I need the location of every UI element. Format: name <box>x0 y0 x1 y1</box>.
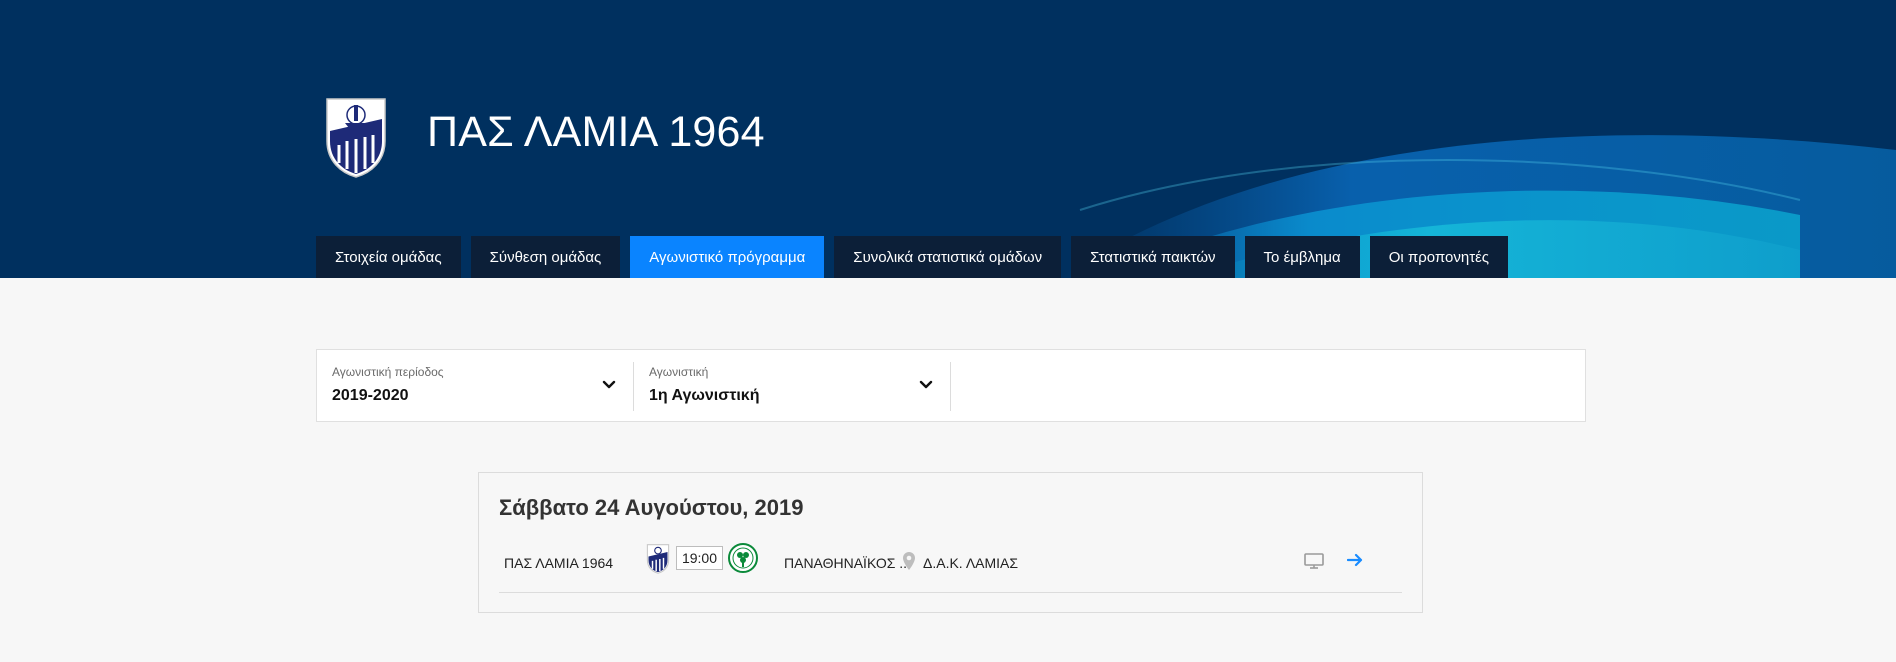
tab-coaches[interactable]: Οι προπονητές <box>1369 236 1509 278</box>
away-team-logo <box>728 543 758 573</box>
season-select-value: 2019-2020 <box>332 387 409 404</box>
filter-divider <box>950 362 951 411</box>
arrow-right-icon[interactable] <box>1347 552 1363 568</box>
tab-team-stats[interactable]: Συνολικά στατιστικά ομάδων <box>834 236 1062 278</box>
match-date: Σάββατο 24 Αυγούστου, 2019 <box>499 495 804 520</box>
chevron-down-icon <box>602 380 616 389</box>
tab-player-stats[interactable]: Στατιστικά παικτών <box>1071 236 1235 278</box>
away-team-name[interactable]: ΠΑΝΑΘΗΝΑΪΚΟΣ ... <box>784 555 911 571</box>
schedule-filters: Αγωνιστική περίοδος 2019-2020 Αγωνιστική… <box>316 349 1586 422</box>
season-select[interactable]: Αγωνιστική περίοδος 2019-2020 <box>317 350 634 421</box>
home-team-logo <box>646 544 670 574</box>
season-select-label: Αγωνιστική περίοδος <box>332 365 444 379</box>
tv-icon[interactable] <box>1304 553 1324 569</box>
tab-fixtures[interactable]: Αγωνιστικό πρόγραμμα <box>630 236 825 278</box>
home-team-name[interactable]: ΠΑΣ ΛΑΜΙΑ 1964 <box>504 555 613 571</box>
matchday-select-value: 1η Αγωνιστική <box>649 387 760 404</box>
team-header: ΠΑΣ ΛΑΜΙΑ 1964 Στοιχεία ομάδας Σύνθεση ο… <box>0 0 1896 278</box>
matchday-select[interactable]: Αγωνιστική 1η Αγωνιστική <box>634 350 951 421</box>
team-crest-logo <box>326 98 386 178</box>
tab-squad[interactable]: Σύνθεση ομάδας <box>470 236 621 278</box>
page-title: ΠΑΣ ΛΑΜΙΑ 1964 <box>427 108 765 156</box>
match-row: ΠΑΣ ΛΑΜΙΑ 1964 19:00 ΠΑΝΑΘΗΝΑΪΚΟΣ ... Δ.… <box>499 543 1402 593</box>
tab-team-info[interactable]: Στοιχεία ομάδας <box>316 236 461 278</box>
tab-emblem[interactable]: Το έμβλημα <box>1244 236 1360 278</box>
location-pin-icon <box>903 552 915 570</box>
matchday-select-label: Αγωνιστική <box>649 365 709 379</box>
match-venue: Δ.Α.Κ. ΛΑΜΙΑΣ <box>923 555 1019 571</box>
chevron-down-icon <box>919 380 933 389</box>
team-tabs: Στοιχεία ομάδας Σύνθεση ομάδας Αγωνιστικ… <box>316 236 1518 278</box>
kickoff-time[interactable]: 19:00 <box>676 546 723 570</box>
match-day-card: Σάββατο 24 Αυγούστου, 2019 ΠΑΣ ΛΑΜΙΑ 196… <box>478 472 1423 613</box>
